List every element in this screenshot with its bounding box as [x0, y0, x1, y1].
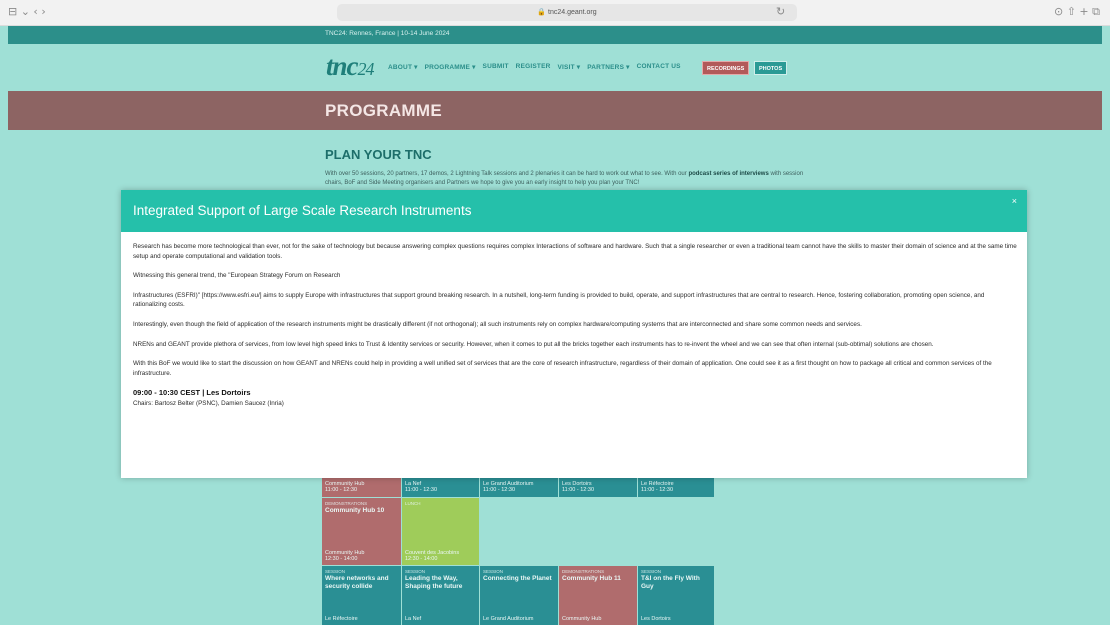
cell-title: Community Hub 11: [562, 575, 621, 582]
modal-header: Integrated Support of Large Scale Resear…: [121, 190, 1027, 232]
cell-type: SESSION: [641, 569, 662, 574]
cell-type: SESSION: [405, 569, 426, 574]
schedule-cell[interactable]: SESSION Leading the Way, Shaping the fut…: [402, 566, 479, 625]
main-nav: tnc24 ABOUT ▾ PROGRAMME ▾ SUBMIT REGISTE…: [8, 44, 1102, 91]
cell-time: 12:30 - 14:00: [405, 556, 438, 562]
modal-paragraph: Interestingly, even though the field of …: [133, 320, 862, 328]
cell-location: Le Grand Auditorium: [483, 616, 534, 622]
tnc24-logo[interactable]: tnc24: [326, 51, 375, 82]
plan-text-part1: With over 50 sessions, 20 partners, 17 d…: [325, 171, 687, 177]
schedule-cell[interactable]: SESSION Where networks and security coll…: [322, 566, 401, 625]
event-info-bar: TNC24: Rennes, France | 10-14 June 2024: [8, 26, 1102, 44]
cell-time: 11:00 - 12:30: [325, 487, 358, 493]
podcast-link[interactable]: podcast series of interviews: [688, 171, 768, 177]
cell-type: LUNCH: [405, 501, 421, 506]
schedule-cell[interactable]: Les Dortoirs 11:00 - 12:30: [559, 478, 637, 497]
logo-text: tnc: [326, 51, 359, 81]
modal-paragraph: Witnessing this general trend, the "Euro…: [133, 272, 341, 280]
cell-type: SESSION: [483, 569, 504, 574]
cell-type: DEMONSTRATIONS: [562, 569, 605, 574]
cell-time: 11:00 - 12:30: [405, 487, 438, 493]
schedule-cell[interactable]: DEMONSTRATIONS Community Hub 10 Communit…: [322, 498, 401, 565]
menu-contact[interactable]: CONTACT US: [637, 63, 681, 71]
menu-submit[interactable]: SUBMIT: [483, 63, 509, 71]
address-bar-url: tnc24.geant.org: [548, 9, 597, 16]
schedule-cell[interactable]: Le Réfectoire 11:00 - 12:30: [638, 478, 714, 497]
cell-type: DEMONSTRATIONS: [325, 501, 368, 506]
photos-button[interactable]: PHOTOS: [754, 61, 788, 75]
cell-type: SESSION: [325, 569, 346, 574]
address-bar[interactable]: 🔒 tnc24.geant.org: [337, 4, 797, 21]
browser-toolbar: ⊟ ⌄ ‹ › 🔒 tnc24.geant.org ↻ ⊙ ⇧ + ⧉: [0, 0, 1110, 26]
schedule-cell[interactable]: La Nef 11:00 - 12:30: [402, 478, 479, 497]
schedule-cell[interactable]: SESSION Connecting the Planet Le Grand A…: [480, 566, 558, 625]
modal-paragraph: Infrastructures (ESFRI)" [https://www.es…: [133, 291, 985, 309]
cell-time: 11:00 - 12:30: [641, 487, 674, 493]
schedule-cell[interactable]: Community Hub 11:00 - 12:30: [322, 478, 401, 497]
page-title: PROGRAMME: [325, 101, 442, 120]
modal-paragraph: Research has become more technological t…: [133, 243, 1017, 260]
menu-list: ABOUT ▾ PROGRAMME ▾ SUBMIT REGISTER VISI…: [388, 63, 681, 71]
cell-time: 11:00 - 12:30: [562, 487, 595, 493]
session-detail-modal: Integrated Support of Large Scale Resear…: [121, 190, 1027, 478]
schedule-cell[interactable]: DEMONSTRATIONS Community Hub 11 Communit…: [559, 566, 637, 625]
cell-title: Community Hub 10: [325, 507, 385, 514]
menu-partners[interactable]: PARTNERS ▾: [587, 63, 629, 71]
cell-time: 12:30 - 14:00: [325, 556, 358, 562]
schedule-cell[interactable]: SESSION T&I on the Fly With Guy Les Dort…: [638, 566, 714, 625]
cell-location: Community Hub: [562, 616, 602, 622]
menu-about[interactable]: ABOUT ▾: [388, 63, 418, 71]
schedule-cell[interactable]: Le Grand Auditorium 11:00 - 12:30: [480, 478, 558, 497]
event-info-text: TNC24: Rennes, France | 10-14 June 2024: [325, 30, 450, 37]
reload-icon[interactable]: ↻: [776, 5, 785, 18]
browser-nav-controls[interactable]: ⊟ ⌄ ‹ ›: [8, 5, 46, 18]
menu-visit[interactable]: VISIT ▾: [558, 63, 581, 71]
menu-register[interactable]: REGISTER: [516, 63, 551, 71]
plan-heading: PLAN YOUR TNC: [325, 147, 432, 162]
modal-title: Integrated Support of Large Scale Resear…: [133, 203, 472, 218]
plan-description: With over 50 sessions, 20 partners, 17 d…: [325, 170, 815, 188]
cell-title: Where networks and security collide: [325, 575, 389, 590]
cell-title: T&I on the Fly With Guy: [641, 575, 700, 590]
cell-title: Connecting the Planet: [483, 575, 552, 582]
cell-location: La Nef: [405, 616, 422, 622]
modal-paragraph: NRENs and GEANT provide plethora of serv…: [133, 340, 934, 348]
session-chairs: Chairs: Bartosz Belter (PSNC), Damien Sa…: [133, 399, 284, 407]
programme-banner: PROGRAMME: [8, 91, 1102, 130]
schedule-grid: Community Hub 11:00 - 12:30 La Nef 11:00 -…: [322, 478, 794, 625]
recordings-button[interactable]: RECORDINGS: [702, 61, 750, 75]
browser-actions[interactable]: ⊙ ⇧ + ⧉: [1054, 5, 1100, 19]
cell-time: 11:00 - 12:30: [483, 487, 516, 493]
logo-year: 24: [357, 59, 375, 79]
menu-programme[interactable]: PROGRAMME ▾: [425, 63, 476, 71]
cell-location: Le Réfectoire: [325, 616, 358, 622]
session-time-location: 09:00 - 10:30 CEST | Les Dortoirs: [133, 388, 251, 398]
modal-paragraph: With this BoF we would like to start the…: [133, 360, 992, 377]
schedule-cell[interactable]: LUNCH Couvent des Jacobins 12:30 - 14:00: [402, 498, 479, 565]
close-icon[interactable]: ×: [1012, 196, 1017, 206]
cell-title: Leading the Way, Shaping the future: [405, 575, 463, 590]
cell-location: Les Dortoirs: [641, 616, 671, 622]
modal-body: Research has become more technological t…: [133, 242, 1017, 409]
